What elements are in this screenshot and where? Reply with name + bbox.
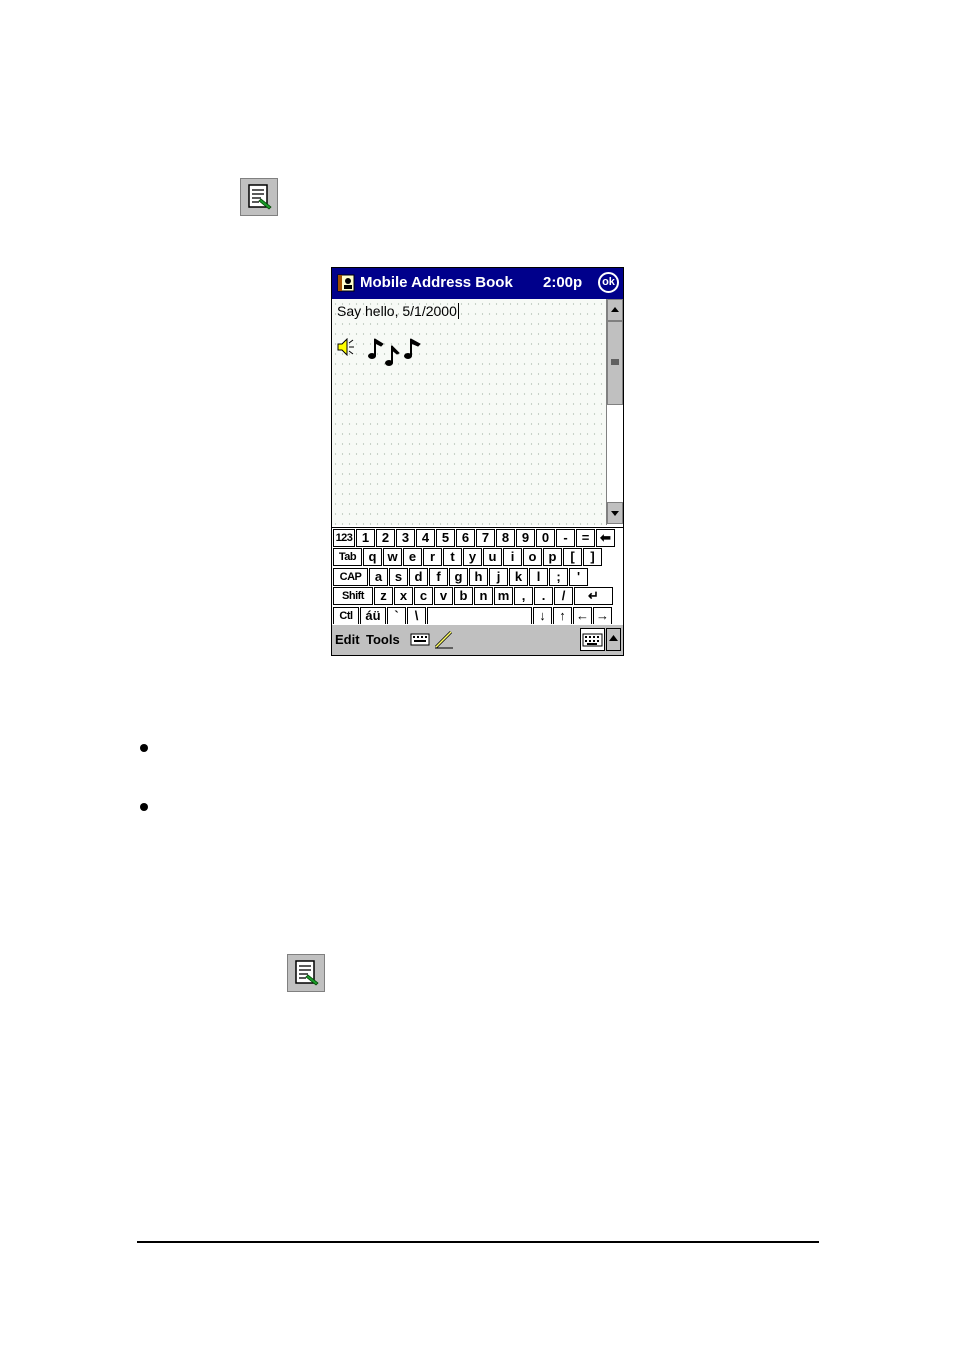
key-2-3[interactable]: d — [409, 567, 428, 586]
scroll-down-button[interactable] — [607, 502, 623, 524]
key-4-2[interactable]: ` — [387, 606, 406, 625]
key-space[interactable] — [427, 606, 532, 625]
key-3-1[interactable]: z — [374, 587, 393, 606]
grip-icon — [611, 359, 619, 365]
pocket-pc-screen: Mobile Address Book 2:00p ok Say hello, … — [331, 267, 624, 656]
bullet — [140, 803, 148, 811]
key-0-2[interactable]: 2 — [376, 529, 395, 547]
key-3-8[interactable]: , — [514, 587, 533, 606]
arrow-up-icon — [609, 635, 618, 641]
key-4-0[interactable]: Ctl — [333, 606, 359, 625]
key-3-10[interactable]: / — [554, 587, 573, 606]
key-4-7[interactable]: ← — [573, 606, 592, 625]
key-1-4[interactable]: r — [423, 548, 442, 567]
key-3-2[interactable]: x — [394, 587, 413, 606]
note-text: Say hello, 5/1/2000 — [337, 303, 459, 319]
key-3-5[interactable]: b — [454, 587, 473, 606]
notepad-pen-icon — [248, 184, 272, 210]
key-2-6[interactable]: h — [469, 567, 488, 586]
recording-toolbar-icon — [287, 954, 325, 992]
key-1-0[interactable]: Tab — [333, 548, 362, 567]
key-2-1[interactable]: a — [369, 567, 388, 586]
key-1-1[interactable]: q — [363, 548, 382, 567]
recording-toolbar-toggle-icon[interactable] — [410, 632, 430, 647]
key-3-9[interactable]: . — [534, 587, 553, 606]
key-0-8[interactable]: 8 — [496, 529, 515, 547]
app-title: Mobile Address Book — [360, 274, 513, 291]
notepad-pen-icon — [295, 960, 319, 986]
key-0-6[interactable]: 6 — [456, 529, 475, 547]
key-2-10[interactable]: ; — [549, 567, 568, 586]
soft-keyboard: 123 1 2 3 4 5 6 7 8 9 0- = ⬅ Tab q w e r t y u i o p[] CAP a s d f g h… — [332, 527, 623, 625]
key-2-4[interactable]: f — [429, 567, 448, 586]
menu-bar: Edit Tools — [332, 624, 623, 655]
key-0-9[interactable]: 9 — [516, 529, 535, 547]
key-1-6[interactable]: y — [463, 548, 482, 567]
pen-icon[interactable] — [434, 629, 454, 649]
key-1-2[interactable]: w — [383, 548, 402, 567]
key-0-4[interactable]: 4 — [416, 529, 435, 547]
key-0-3[interactable]: 3 — [396, 529, 415, 547]
key-2-0[interactable]: CAP — [333, 567, 368, 586]
key-1-11[interactable]: [ — [563, 548, 582, 567]
scroll-up-button[interactable] — [607, 299, 623, 321]
text-caret — [457, 303, 459, 319]
clock[interactable]: 2:00p — [543, 274, 582, 291]
key-0-11[interactable]: - — [556, 529, 575, 547]
key-0-10[interactable]: 0 — [536, 529, 555, 547]
scroll-thumb[interactable] — [607, 321, 623, 405]
voice-recording-notes-icon[interactable] — [368, 336, 430, 370]
key-1-10[interactable]: p — [543, 548, 562, 567]
key-1-3[interactable]: e — [403, 548, 422, 567]
key-0-1[interactable]: 1 — [356, 529, 375, 547]
key-4-6[interactable]: ↑ — [553, 606, 572, 625]
input-panel-button[interactable] — [580, 628, 605, 651]
footer-rule — [137, 1241, 819, 1243]
bullet — [140, 744, 148, 752]
key-4-8[interactable]: → — [593, 606, 612, 625]
speaker-icon[interactable] — [337, 338, 357, 356]
key-1-5[interactable]: t — [443, 548, 462, 567]
key-4-3[interactable]: \ — [407, 606, 426, 625]
edit-menu[interactable]: Edit — [335, 632, 360, 647]
note-text-content: Say hello, 5/1/2000 — [337, 303, 457, 319]
address-book-icon — [337, 274, 355, 292]
key-2-7[interactable]: j — [489, 567, 508, 586]
key-3-0[interactable]: Shift — [333, 587, 373, 606]
recording-toolbar-icon — [240, 178, 278, 216]
key-1-9[interactable]: o — [523, 548, 542, 567]
arrow-down-icon — [611, 511, 619, 516]
key-0-7[interactable]: 7 — [476, 529, 495, 547]
vertical-scrollbar[interactable] — [606, 299, 623, 525]
key-4-5[interactable]: ↓ — [533, 606, 552, 625]
key-2-11[interactable]: ' — [569, 567, 588, 586]
key-2-9[interactable]: l — [529, 567, 548, 586]
key-1-12[interactable]: ] — [583, 548, 602, 567]
key-1-7[interactable]: u — [483, 548, 502, 567]
key-3-4[interactable]: v — [434, 587, 453, 606]
key-2-8[interactable]: k — [509, 567, 528, 586]
key-4-1[interactable]: áü — [360, 606, 386, 625]
input-method-selector[interactable] — [606, 628, 621, 651]
note-writing-area[interactable]: Say hello, 5/1/2000 — [332, 299, 606, 525]
arrow-up-icon — [611, 307, 619, 312]
key-0-13[interactable]: ⬅ — [596, 529, 615, 547]
title-bar: Mobile Address Book 2:00p ok — [332, 268, 623, 299]
key-2-5[interactable]: g — [449, 567, 468, 586]
key-3-6[interactable]: n — [474, 587, 493, 606]
key-0-0[interactable]: 123 — [333, 529, 355, 547]
key-0-5[interactable]: 5 — [436, 529, 455, 547]
key-3-7[interactable]: m — [494, 587, 513, 606]
key-2-2[interactable]: s — [389, 567, 408, 586]
key-1-8[interactable]: i — [503, 548, 522, 567]
key-3-3[interactable]: c — [414, 587, 433, 606]
keyboard-icon — [582, 633, 603, 647]
ok-button[interactable]: ok — [598, 272, 619, 293]
tools-menu[interactable]: Tools — [366, 632, 400, 647]
key-0-12[interactable]: = — [576, 529, 595, 547]
key-3-11[interactable]: ↵ — [574, 587, 613, 606]
